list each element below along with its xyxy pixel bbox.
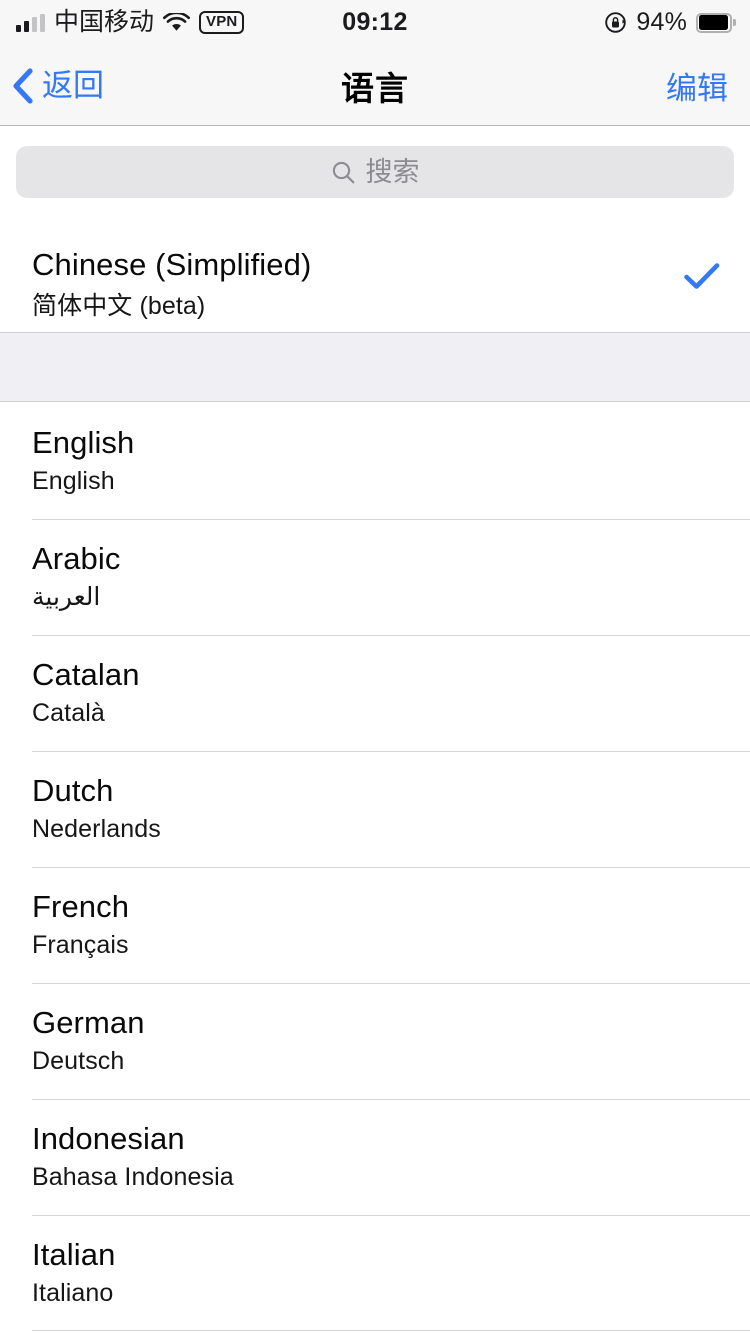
language-row[interactable]: Dutch Nederlands xyxy=(0,751,750,867)
search-input[interactable]: 搜索 xyxy=(16,146,734,198)
language-name: Indonesian xyxy=(32,1121,185,1156)
selected-language-name: Chinese (Simplified) xyxy=(32,247,312,282)
language-native-name: Nederlands xyxy=(32,815,161,843)
language-name: Arabic xyxy=(32,541,121,576)
language-native-name: Italiano xyxy=(32,1279,114,1307)
language-row[interactable]: Indonesian Bahasa Indonesia xyxy=(0,1099,750,1215)
language-list: English English Arabic العربية Catalan Català… xyxy=(0,403,750,1331)
page-title: 语言 xyxy=(341,69,409,107)
language-native-name: العربية xyxy=(32,583,101,611)
language-row[interactable]: French Français xyxy=(0,867,750,983)
language-name: French xyxy=(32,889,130,924)
language-name: Catalan xyxy=(32,657,140,692)
search-placeholder: 搜索 xyxy=(365,156,420,187)
rotation-lock-icon xyxy=(604,11,627,34)
navigation-bar: 返回 语言 编辑 xyxy=(0,45,750,126)
language-native-name: Català xyxy=(32,699,105,727)
status-bar: 中国移动 VPN 09:12 94% xyxy=(0,0,750,45)
selected-language-row[interactable]: Chinese (Simplified) 简体中文 (beta) xyxy=(0,215,750,332)
battery-icon xyxy=(696,12,736,33)
language-native-name: Français xyxy=(32,931,129,959)
language-native-name: Bahasa Indonesia xyxy=(32,1163,234,1191)
search-icon xyxy=(331,160,356,185)
language-row[interactable]: Catalan Català xyxy=(0,635,750,751)
language-row[interactable]: Italian Italiano xyxy=(0,1215,750,1331)
language-name: English xyxy=(32,425,135,460)
search-bar-container: 搜索 xyxy=(0,126,750,215)
edit-button[interactable]: 编辑 xyxy=(666,45,728,126)
language-name: German xyxy=(32,1005,145,1040)
checkmark-icon xyxy=(684,263,720,290)
status-bar-right: 94% xyxy=(604,0,736,45)
language-native-name: Deutsch xyxy=(32,1047,125,1075)
language-row[interactable]: English English xyxy=(0,403,750,519)
clock-label: 09:12 xyxy=(342,8,408,36)
battery-percent-label: 94% xyxy=(636,8,687,36)
language-settings-screen: 中国移动 VPN 09:12 94% 返回 语言 编辑 搜索 Chinese (… xyxy=(0,0,750,1334)
language-row[interactable]: German Deutsch xyxy=(0,983,750,1099)
language-name: Dutch xyxy=(32,773,114,808)
language-native-name: English xyxy=(32,467,115,495)
language-row[interactable]: Arabic العربية xyxy=(0,519,750,635)
selected-language-native: 简体中文 (beta) xyxy=(32,292,206,320)
section-gap xyxy=(0,332,750,402)
language-name: Italian xyxy=(32,1237,116,1272)
